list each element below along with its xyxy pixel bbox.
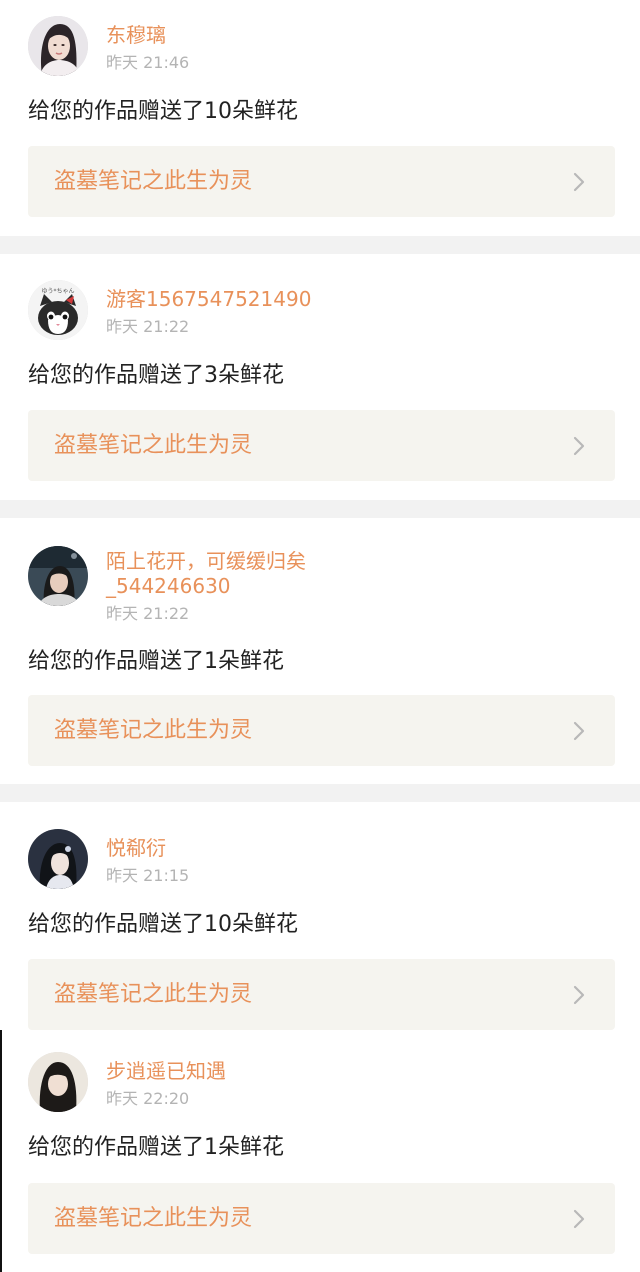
avatar[interactable]: [28, 1052, 88, 1112]
work-card[interactable]: 盗墓笔记之此生为灵: [28, 695, 615, 766]
work-card[interactable]: 盗墓笔记之此生为灵: [28, 146, 615, 217]
chevron-right-icon: [573, 985, 585, 1005]
chevron-right-icon: [573, 1209, 585, 1229]
section-separator: [0, 236, 640, 254]
notification-item: 东穆璃 昨天 21:46 给您的作品赠送了10朵鲜花 盗墓笔记之此生为灵: [0, 0, 640, 236]
notification-item: 步逍遥已知遇 昨天 22:20 给您的作品赠送了1朵鲜花 盗墓笔记之此生为灵: [0, 1038, 640, 1272]
timestamp: 昨天 21:46: [106, 53, 190, 72]
work-card[interactable]: 盗墓笔记之此生为灵: [28, 410, 615, 481]
chevron-right-icon: [573, 172, 585, 192]
notification-item: 陌上花开，可缓缓归矣 _544246630 昨天 21:22 给您的作品赠送了1…: [0, 518, 640, 784]
timestamp: 昨天 21:15: [106, 866, 190, 885]
username-line1[interactable]: 陌上花开，可缓缓归矣: [106, 548, 406, 574]
notification-item: ゆう*ちゃん 游客1567547521490 昨天 21:22 给您的作品赠送了…: [0, 254, 640, 500]
timestamp: 昨天 21:22: [106, 604, 190, 623]
username[interactable]: 游客1567547521490: [106, 286, 406, 312]
section-separator: [0, 784, 640, 802]
username[interactable]: 悦郗衍: [106, 835, 406, 861]
gift-message: 给您的作品赠送了1朵鲜花: [28, 1135, 284, 1160]
gift-message: 给您的作品赠送了10朵鲜花: [28, 99, 298, 124]
avatar[interactable]: [28, 16, 88, 76]
chevron-right-icon: [573, 721, 585, 741]
section-separator: [0, 500, 640, 518]
avatar[interactable]: [28, 829, 88, 889]
work-title: 盗墓笔记之此生为灵: [54, 433, 253, 458]
work-card[interactable]: 盗墓笔记之此生为灵: [28, 1183, 615, 1254]
screenshot-edge: [0, 1030, 2, 1272]
username-line2[interactable]: _544246630: [106, 573, 406, 599]
username[interactable]: 东穆璃: [106, 22, 406, 48]
username[interactable]: 步逍遥已知遇: [106, 1058, 406, 1084]
gift-message: 给您的作品赠送了10朵鲜花: [28, 912, 298, 937]
avatar-caption: ゆう*ちゃん: [41, 288, 74, 295]
chevron-right-icon: [573, 436, 585, 456]
avatar[interactable]: [28, 546, 88, 606]
timestamp: 昨天 22:20: [106, 1089, 190, 1108]
gift-message: 给您的作品赠送了3朵鲜花: [28, 363, 284, 388]
work-title: 盗墓笔记之此生为灵: [54, 1206, 253, 1231]
gift-message: 给您的作品赠送了1朵鲜花: [28, 649, 284, 674]
work-title: 盗墓笔记之此生为灵: [54, 982, 253, 1007]
work-title: 盗墓笔记之此生为灵: [54, 169, 253, 194]
notification-feed: 东穆璃 昨天 21:46 给您的作品赠送了10朵鲜花 盗墓笔记之此生为灵 ゆう*…: [0, 0, 640, 1272]
work-card[interactable]: 盗墓笔记之此生为灵: [28, 959, 615, 1030]
notification-item: 悦郗衍 昨天 21:15 给您的作品赠送了10朵鲜花 盗墓笔记之此生为灵: [0, 802, 640, 1038]
timestamp: 昨天 21:22: [106, 317, 190, 336]
avatar[interactable]: ゆう*ちゃん: [28, 280, 88, 340]
work-title: 盗墓笔记之此生为灵: [54, 718, 253, 743]
